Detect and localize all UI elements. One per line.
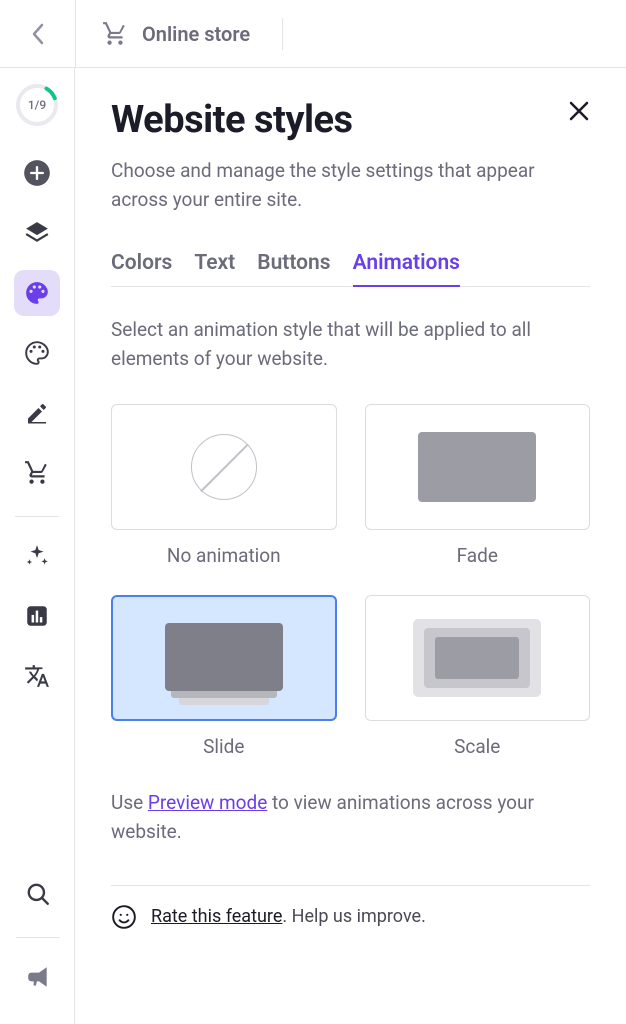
rate-suffix: . Help us improve.: [282, 906, 425, 927]
animation-options: No animation Fade Slide: [111, 404, 590, 758]
layers-icon: [24, 220, 50, 246]
search-icon: [25, 881, 51, 907]
rate-feature-row: Rate this feature. Help us improve.: [111, 904, 590, 930]
close-button[interactable]: [568, 98, 590, 126]
page-description: Choose and manage the style settings tha…: [111, 156, 590, 215]
option-slide[interactable]: Slide: [111, 595, 337, 758]
slide-preview: [165, 623, 283, 715]
sidebar-theme-button[interactable]: [14, 330, 60, 376]
palette-outline-icon: [24, 340, 50, 366]
divider: [16, 937, 60, 938]
back-button[interactable]: [0, 0, 75, 68]
rate-feature-link[interactable]: Rate this feature: [151, 906, 282, 927]
sidebar-edit-button[interactable]: [14, 390, 60, 436]
store-label: Online store: [142, 22, 250, 46]
store-context: Online store: [76, 18, 283, 50]
tab-text[interactable]: Text: [194, 251, 235, 286]
smile-icon: [111, 904, 137, 930]
palette-icon: [24, 280, 50, 306]
cart-icon: [24, 460, 50, 486]
option-fade[interactable]: Fade: [365, 404, 591, 567]
chevron-left-icon: [31, 23, 45, 45]
scale-preview: [413, 619, 541, 697]
bar-chart-icon: [24, 603, 50, 629]
tab-buttons[interactable]: Buttons: [257, 251, 330, 286]
option-label: Scale: [454, 735, 500, 758]
divider: [111, 885, 590, 886]
option-label: Slide: [203, 735, 244, 758]
plus-circle-icon: [23, 159, 51, 187]
close-icon: [568, 100, 590, 122]
divider: [282, 18, 283, 50]
option-label: No animation: [167, 544, 281, 567]
megaphone-icon: [25, 964, 51, 990]
page-title: Website styles: [111, 98, 353, 142]
main-panel: Website styles Choose and manage the sty…: [75, 68, 626, 1024]
preview-mode-link[interactable]: Preview mode: [148, 791, 267, 814]
fade-preview: [418, 432, 536, 502]
sidebar-layers-button[interactable]: [14, 210, 60, 256]
none-icon: [191, 434, 257, 500]
progress-label: 1/9: [14, 82, 60, 128]
top-bar: Online store: [0, 0, 626, 68]
option-label: Fade: [457, 544, 498, 567]
cart-icon: [102, 21, 128, 47]
translate-icon: [24, 663, 50, 689]
sidebar-search-button[interactable]: [15, 871, 61, 917]
sidebar-translate-button[interactable]: [14, 653, 60, 699]
option-no-animation[interactable]: No animation: [111, 404, 337, 567]
progress-indicator[interactable]: 1/9: [14, 82, 60, 128]
sidebar-analytics-button[interactable]: [14, 593, 60, 639]
sparkle-icon: [24, 543, 50, 569]
tab-colors[interactable]: Colors: [111, 251, 172, 286]
tab-animations[interactable]: Animations: [353, 251, 460, 287]
sidebar-announce-button[interactable]: [15, 954, 61, 1000]
sidebar: 1/9: [0, 68, 75, 1024]
option-scale[interactable]: Scale: [365, 595, 591, 758]
sidebar-add-button[interactable]: [14, 150, 60, 196]
sidebar-styles-button[interactable]: [14, 270, 60, 316]
section-description: Select an animation style that will be a…: [111, 315, 590, 374]
sidebar-store-button[interactable]: [14, 450, 60, 496]
pencil-icon: [25, 401, 49, 425]
preview-note: Use Preview mode to view animations acro…: [111, 788, 590, 847]
tabs: Colors Text Buttons Animations: [111, 251, 590, 287]
divider: [15, 516, 59, 517]
sidebar-ai-button[interactable]: [14, 533, 60, 579]
